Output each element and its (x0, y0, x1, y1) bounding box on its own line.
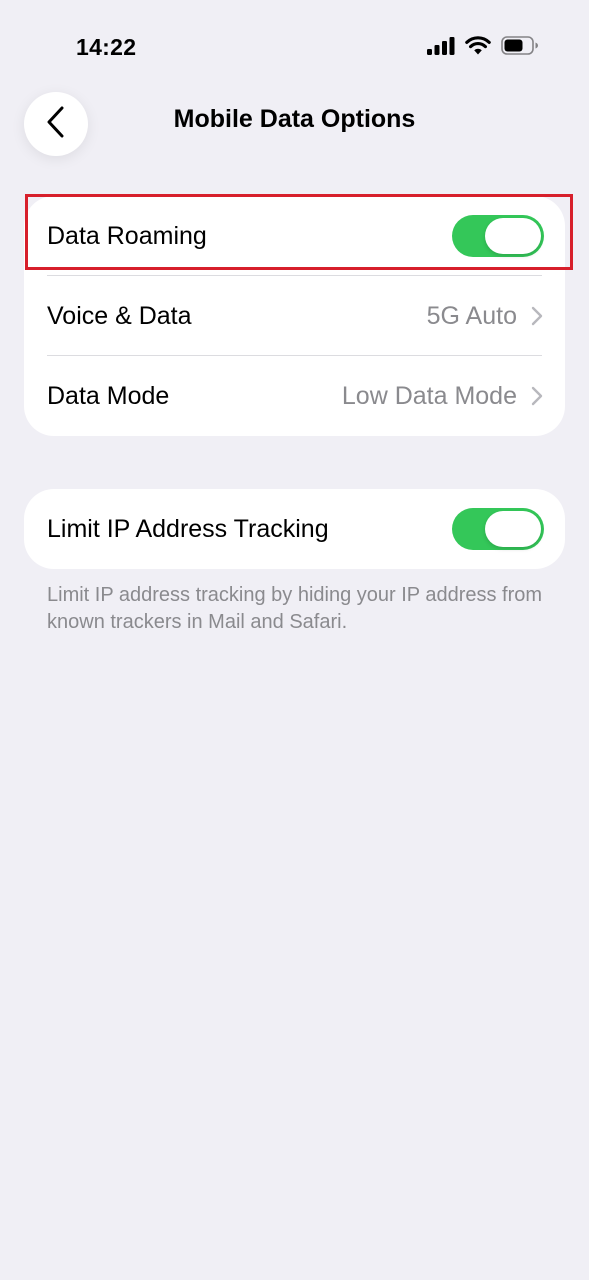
screen: 14:22 Mobile Data Options Data Roaming V… (0, 0, 589, 1280)
highlight-annotation-box (25, 194, 573, 270)
chevron-right-icon (531, 306, 543, 326)
limit-ip-tracking-toggle[interactable] (452, 508, 544, 550)
limit-ip-tracking-label: Limit IP Address Tracking (47, 514, 329, 543)
page-title: Mobile Data Options (173, 105, 416, 133)
data-mode-row[interactable]: Data Mode Low Data Mode (24, 356, 565, 436)
battery-icon (501, 36, 539, 55)
cellular-signal-icon (427, 36, 455, 55)
status-bar: 14:22 (0, 0, 589, 96)
wifi-icon (465, 36, 491, 55)
voice-and-data-label: Voice & Data (47, 301, 192, 330)
status-time: 14:22 (76, 34, 137, 60)
voice-and-data-value: 5G Auto (426, 301, 517, 330)
data-mode-label: Data Mode (47, 381, 170, 410)
ip-tracking-footer-note: Limit IP address tracking by hiding your… (47, 584, 543, 633)
limit-ip-tracking-row: Limit IP Address Tracking (24, 489, 565, 569)
ip-tracking-group: Limit IP Address Tracking (24, 489, 565, 569)
voice-and-data-row[interactable]: Voice & Data 5G Auto (24, 276, 565, 356)
status-icons (427, 36, 539, 55)
toggle-knob (485, 511, 541, 547)
data-mode-value: Low Data Mode (341, 381, 517, 410)
chevron-right-icon (531, 386, 543, 406)
